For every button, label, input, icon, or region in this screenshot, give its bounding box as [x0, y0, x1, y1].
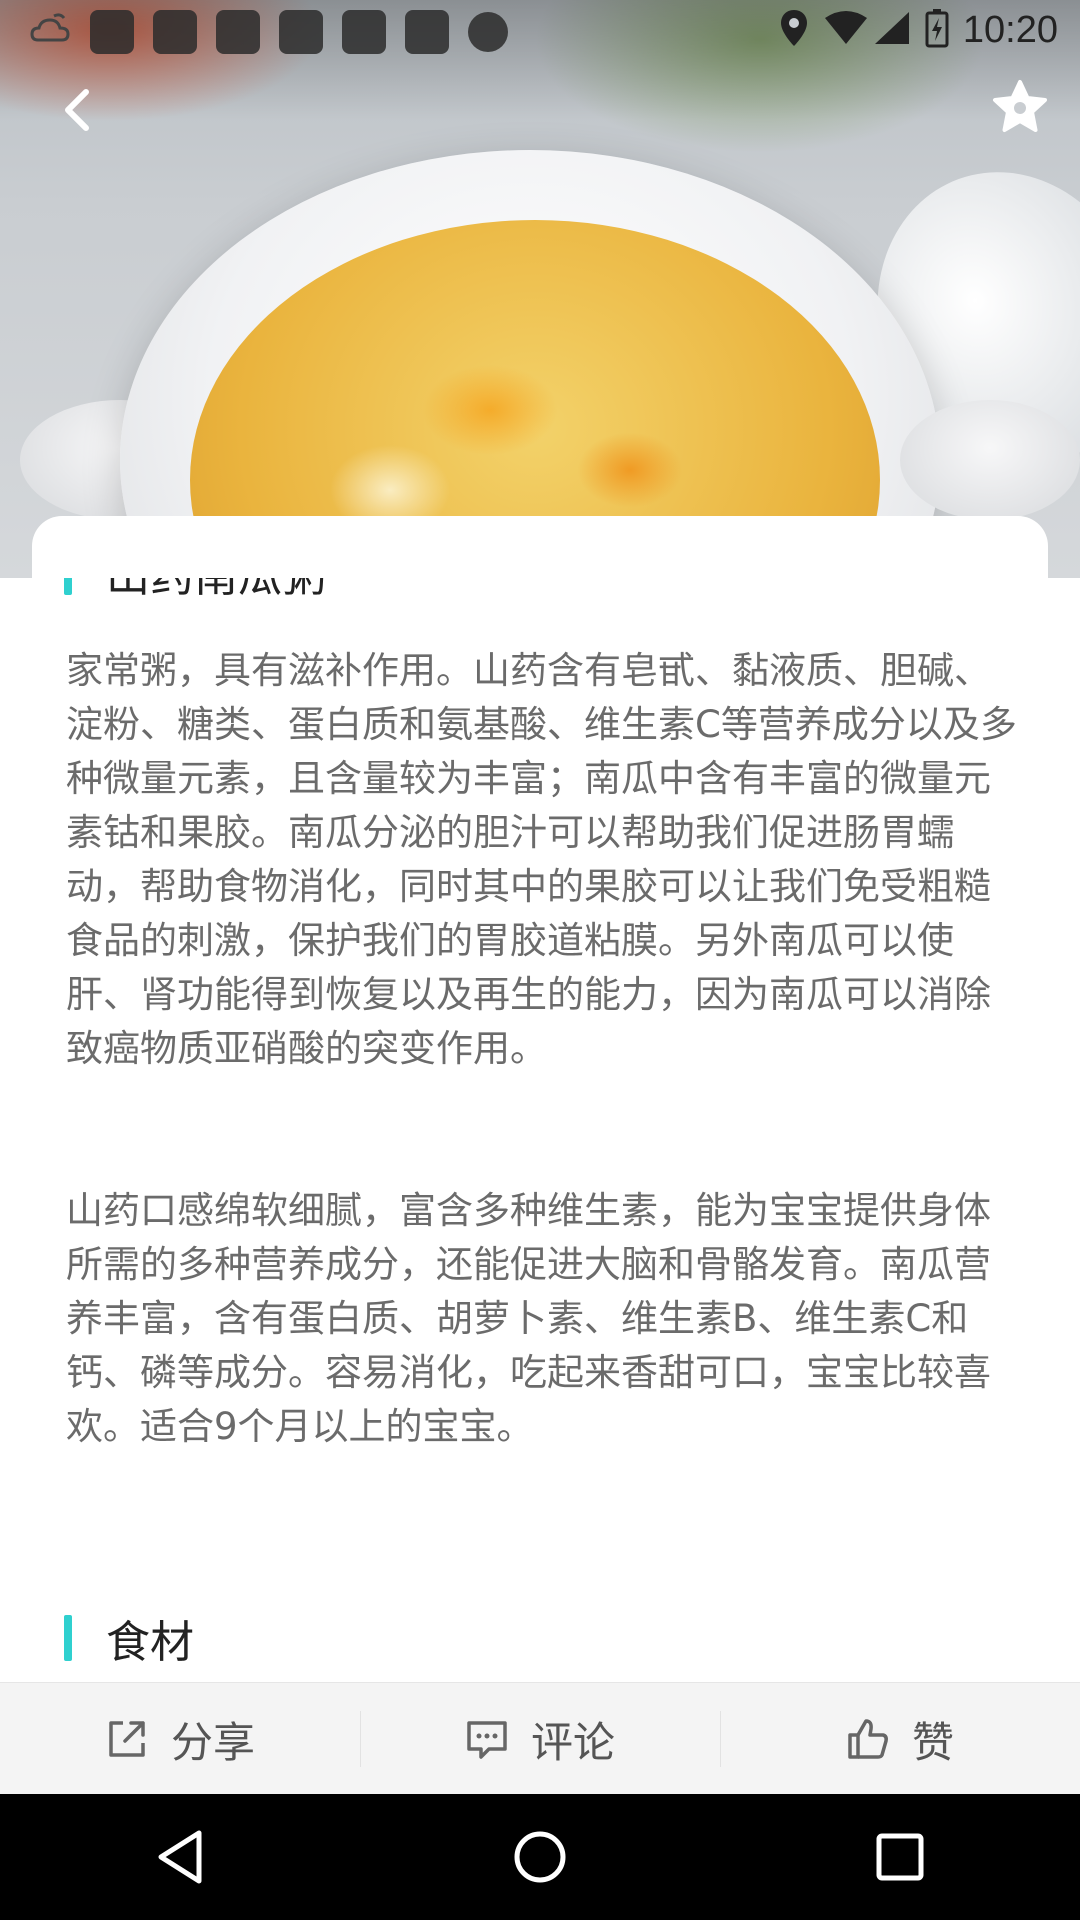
notification-icon — [216, 10, 260, 54]
status-time: 10:20 — [962, 8, 1058, 51]
wifi-icon — [823, 10, 869, 50]
ingredients-title-row: 食材 — [64, 1614, 194, 1668]
title-accent-bar — [64, 578, 72, 595]
weather-icon — [28, 10, 72, 54]
notification-icon — [342, 10, 386, 54]
square-recents-icon — [876, 1833, 924, 1881]
share-button[interactable]: 分享 — [0, 1683, 360, 1795]
back-button[interactable] — [50, 80, 110, 140]
triangle-back-icon — [158, 1830, 202, 1884]
share-label: 分享 — [170, 1717, 255, 1767]
recipe-description: 山药口感绵软细腻，富含多种维生素，能为宝宝提供身体所需的多种营养成分，还能促进大… — [66, 1189, 991, 1448]
notification-icon — [153, 10, 197, 54]
like-label: 赞 — [911, 1717, 954, 1767]
battery-charging-icon — [925, 8, 949, 52]
status-bar-notifications — [28, 10, 508, 54]
recipe-description: 家常粥，具有滋补作用。山药含有皂甙、黏液质、胆碱、淀粉、糖类、蛋白质和氨基酸、维… — [66, 649, 1017, 1070]
notification-icon — [279, 10, 323, 54]
recipe-title-row: 山药南瓜粥 — [64, 578, 326, 602]
status-bar-system: 10:20 — [765, 8, 1058, 52]
recipe-content: 山药南瓜粥 家常粥，具有滋补作用。山药含有皂甙、黏液质、胆碱、淀粉、糖类、蛋白质… — [0, 578, 1080, 1682]
chevron-left-icon — [65, 89, 89, 131]
circle-home-icon — [514, 1831, 566, 1883]
favorite-button[interactable] — [990, 78, 1050, 138]
thumbs-up-icon — [848, 1719, 888, 1759]
nav-recents-button[interactable] — [840, 1807, 960, 1907]
nav-home-button[interactable] — [480, 1807, 600, 1907]
bowl-handle — [900, 400, 1080, 520]
system-nav-bar — [0, 1794, 1080, 1920]
notification-icon — [405, 10, 449, 54]
ingredients-title: 食材 — [106, 1617, 194, 1668]
like-button[interactable]: 赞 — [720, 1683, 1080, 1795]
signal-icon — [873, 10, 911, 50]
action-bar: 分享 评论 赞 — [0, 1682, 1080, 1795]
recipe-title: 山药南瓜粥 — [106, 578, 326, 604]
notification-dot-icon — [468, 12, 508, 52]
notification-icon — [90, 10, 134, 54]
comment-button[interactable]: 评论 — [360, 1683, 720, 1795]
comment-label: 评论 — [530, 1717, 615, 1767]
nav-back-button[interactable] — [120, 1807, 240, 1907]
status-bar: 10:20 — [0, 0, 1080, 64]
comment-icon — [467, 1721, 507, 1759]
star-icon — [993, 80, 1047, 132]
location-icon — [779, 8, 809, 52]
title-accent-bar — [64, 1615, 72, 1661]
recipe-hero-image — [0, 0, 1080, 578]
share-icon — [109, 1721, 145, 1757]
